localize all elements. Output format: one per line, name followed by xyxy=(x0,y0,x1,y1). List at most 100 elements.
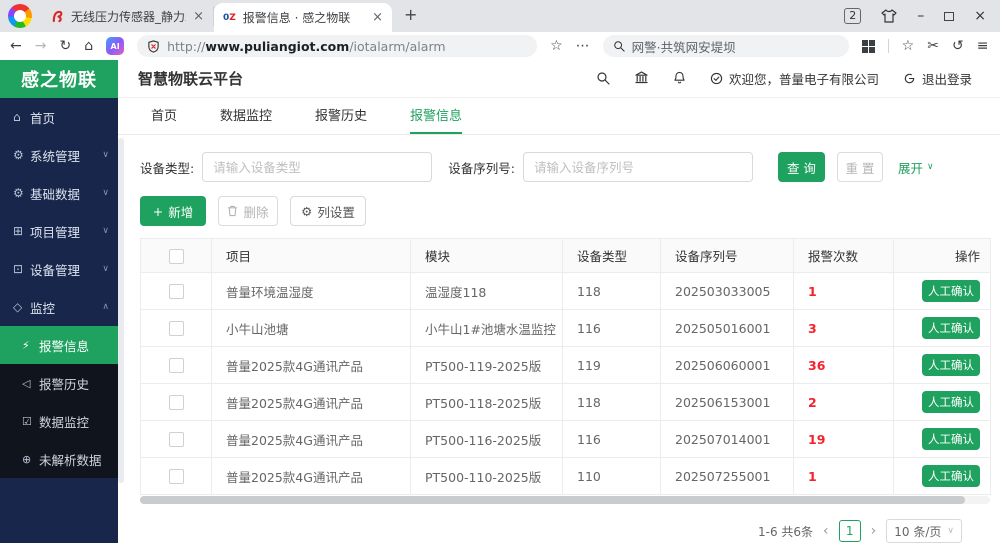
site-security-icon[interactable] xyxy=(147,40,160,53)
device-type-input[interactable] xyxy=(202,152,432,182)
sidebar-item-alarm-info[interactable]: ⚡ 报警信息 xyxy=(0,326,118,364)
table-horizontal-scrollbar[interactable] xyxy=(140,496,990,504)
bookmark-star-icon[interactable]: ☆ xyxy=(550,38,563,54)
content-scrollbar[interactable] xyxy=(118,138,124,483)
cell-project: 普量2025款4G通讯产品 xyxy=(212,458,411,495)
page-number[interactable]: 1 xyxy=(839,520,861,542)
chevron-up-icon: ∧ xyxy=(102,302,109,312)
minimize-icon[interactable]: – xyxy=(917,8,924,24)
new-tab-icon[interactable]: + xyxy=(392,0,429,32)
address-bar[interactable]: http://www.puliangiot.com/iotalarm/alarm xyxy=(137,35,537,57)
browser-tab-2-active[interactable]: 0Z 报警信息 · 感之物联 × xyxy=(214,3,392,32)
row-checkbox[interactable] xyxy=(169,469,184,484)
forward-icon[interactable]: → xyxy=(35,38,47,54)
cell-project: 普量2025款4G通讯产品 xyxy=(212,347,411,384)
prev-page-icon[interactable]: ‹ xyxy=(823,523,829,539)
cell-serial: 202506060001 xyxy=(661,347,794,384)
sidebar-item-device[interactable]: ⊡ 设备管理 ∨ xyxy=(0,250,118,288)
manual-confirm-button[interactable]: 人工确认 xyxy=(922,428,980,450)
manual-confirm-button[interactable]: 人工确认 xyxy=(922,280,980,302)
scrollbar-thumb[interactable] xyxy=(140,496,965,504)
window-controls: 2 – × xyxy=(844,0,1000,32)
col-actions: 操作 xyxy=(894,239,991,273)
trash-icon xyxy=(227,205,238,217)
home-icon[interactable]: ⌂ xyxy=(84,38,93,54)
sidebar-item-home[interactable]: ⌂ 首页 xyxy=(0,98,118,136)
next-page-icon[interactable]: › xyxy=(871,523,877,539)
reload-icon[interactable]: ↻ xyxy=(59,38,71,54)
screenshot-scissors-icon[interactable]: ✂ xyxy=(927,38,939,54)
browser-menu-icon[interactable]: ≡ xyxy=(977,38,989,54)
cell-serial: 202505016001 xyxy=(661,310,794,347)
manual-confirm-button[interactable]: 人工确认 xyxy=(922,465,980,487)
logout-button[interactable]: 退出登录 xyxy=(903,69,972,88)
favorites-list-icon[interactable]: ☆ xyxy=(902,38,915,54)
row-checkbox[interactable] xyxy=(169,432,184,447)
maximize-icon[interactable] xyxy=(944,12,954,21)
row-checkbox[interactable] xyxy=(169,358,184,373)
sidebar-item-basedata[interactable]: ⚙ 基础数据 ∨ xyxy=(0,174,118,212)
filter-bar: 设备类型: 设备序列号: 查 询 重 置 展开 ∨ xyxy=(140,152,990,182)
serial-label: 设备序列号: xyxy=(448,158,515,177)
tab-data-monitor[interactable]: 数据监控 xyxy=(220,98,272,134)
cell-project: 普量2025款4G通讯产品 xyxy=(212,421,411,458)
cell-module: PT500-118-2025版 xyxy=(411,384,563,421)
device-type-label: 设备类型: xyxy=(140,158,194,177)
table-row: 小牛山池塘 小牛山1#池塘水温监控 116 202505016001 3 人工确… xyxy=(141,310,991,347)
sidebar-item-alarm-history[interactable]: ◁ 报警历史 xyxy=(0,364,118,402)
reset-button[interactable]: 重 置 xyxy=(837,152,883,182)
close-tab-icon[interactable]: × xyxy=(372,10,383,25)
row-checkbox[interactable] xyxy=(169,284,184,299)
shield-check-icon: ☑ xyxy=(22,415,39,428)
gear-icon: ⚙ xyxy=(13,148,30,162)
select-all-checkbox[interactable] xyxy=(169,249,184,264)
manual-confirm-button[interactable]: 人工确认 xyxy=(922,317,980,339)
column-settings-button[interactable]: ⚙列设置 xyxy=(290,196,366,226)
close-window-icon[interactable]: × xyxy=(974,8,986,24)
back-icon[interactable]: ← xyxy=(10,38,22,54)
wardrobe-icon[interactable] xyxy=(881,9,897,23)
table-row: 普量2025款4G通讯产品 PT500-118-2025版 118 202506… xyxy=(141,384,991,421)
cell-project: 普量环境温湿度 xyxy=(212,273,411,310)
sidebar-item-project[interactable]: ⊞ 项目管理 ∨ xyxy=(0,212,118,250)
welcome-user[interactable]: 欢迎您，普量电子有限公司 xyxy=(710,69,879,88)
bank-icon[interactable] xyxy=(634,71,649,85)
tab-count-badge[interactable]: 2 xyxy=(844,8,861,24)
row-checkbox[interactable] xyxy=(169,321,184,336)
serial-input[interactable] xyxy=(523,152,753,182)
close-tab-icon[interactable]: × xyxy=(193,9,204,24)
row-checkbox[interactable] xyxy=(169,395,184,410)
cell-module: 小牛山1#池塘水温监控 xyxy=(411,310,563,347)
bell-icon[interactable] xyxy=(673,71,686,85)
browser-logo-icon[interactable] xyxy=(8,4,32,28)
browser-tab-1[interactable]: 无线压力传感器_静力水准仪_ × xyxy=(42,6,214,26)
delete-button[interactable]: 删除 xyxy=(218,196,278,226)
tab-alarm-info[interactable]: 报警信息 xyxy=(410,98,462,134)
device-icon: ⊡ xyxy=(13,262,30,276)
pagination-summary: 1-6 共6条 xyxy=(758,523,813,540)
sidebar-item-data-monitor[interactable]: ☑ 数据监控 xyxy=(0,402,118,440)
sidebar-item-label: 报警历史 xyxy=(39,374,89,393)
expand-toggle[interactable]: 展开 ∨ xyxy=(898,158,934,177)
add-button[interactable]: +新增 xyxy=(140,196,206,226)
sidebar-item-system[interactable]: ⚙ 系统管理 ∨ xyxy=(0,136,118,174)
apps-grid-icon[interactable] xyxy=(862,40,875,53)
manual-confirm-button[interactable]: 人工确认 xyxy=(922,391,980,413)
page-size-select[interactable]: 10 条/页 ∨ xyxy=(886,519,962,543)
search-icon[interactable] xyxy=(596,71,610,85)
tab-home[interactable]: 首页 xyxy=(151,98,177,134)
tab-alarm-history[interactable]: 报警历史 xyxy=(315,98,367,134)
cell-device-type: 119 xyxy=(563,347,661,384)
browser-search-box[interactable]: 网警·共筑网安堤坝 xyxy=(603,35,849,57)
search-button[interactable]: 查 询 xyxy=(778,152,825,182)
more-options-icon[interactable]: ⋯ xyxy=(576,38,590,54)
sidebar-item-label: 报警信息 xyxy=(39,336,89,355)
history-undo-icon[interactable]: ↺ xyxy=(952,38,964,54)
manual-confirm-button[interactable]: 人工确认 xyxy=(922,354,980,376)
sidebar-item-unparsed-data[interactable]: ⊕ 未解析数据 xyxy=(0,440,118,478)
sidebar-item-monitor[interactable]: ◇ 监控 ∧ xyxy=(0,288,118,326)
chevron-down-icon: ∨ xyxy=(102,150,109,160)
tab-title: 报警信息 · 感之物联 xyxy=(243,9,365,26)
sidebar-item-label: 项目管理 xyxy=(30,222,80,241)
ai-assistant-icon[interactable]: AI xyxy=(106,37,124,55)
